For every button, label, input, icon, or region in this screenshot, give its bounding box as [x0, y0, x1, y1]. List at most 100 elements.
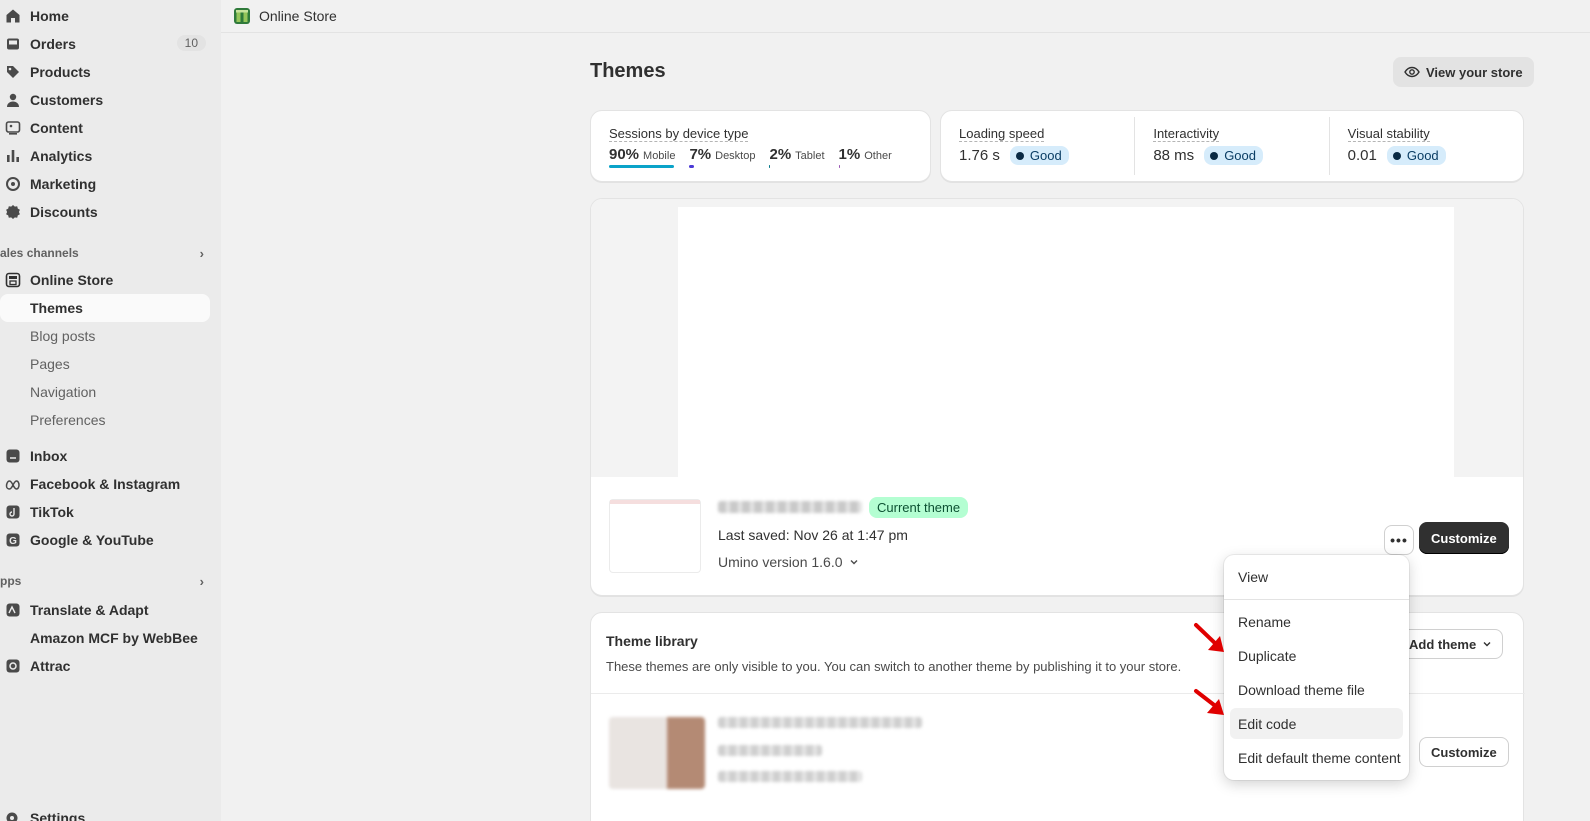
- metric-title[interactable]: Loading speed: [959, 126, 1045, 142]
- more-actions-icon: •••: [1390, 532, 1408, 548]
- page-title: Themes: [590, 60, 666, 82]
- status-dot-icon: [1015, 151, 1024, 160]
- tiktok-icon: [4, 503, 22, 521]
- nav-themes[interactable]: Themes: [0, 294, 210, 322]
- nav-facebook-instagram[interactable]: Facebook & Instagram: [0, 470, 210, 498]
- nav-google-youtube-label: Google & YouTube: [30, 532, 154, 548]
- customize-button[interactable]: Customize: [1419, 522, 1509, 554]
- nav-translate-adapt[interactable]: Translate & Adapt: [0, 596, 210, 624]
- session-desktop: 7% Desktop: [689, 146, 755, 168]
- menu-item-edit-code[interactable]: Edit code: [1230, 708, 1403, 739]
- nav-customers[interactable]: Customers: [0, 86, 210, 114]
- chevron-down-icon: [1483, 642, 1491, 647]
- metric-value: 88 ms: [1153, 147, 1195, 164]
- more-actions-button[interactable]: •••: [1384, 525, 1414, 555]
- session-bar: [609, 165, 674, 168]
- nav-content[interactable]: Content: [0, 114, 210, 142]
- nav-translate-adapt-label: Translate & Adapt: [30, 602, 149, 618]
- session-bar: [689, 165, 695, 168]
- nav-blog-posts[interactable]: Blog posts: [0, 322, 210, 350]
- library-theme-thumbnail: [609, 717, 705, 789]
- nav-products[interactable]: Products: [0, 58, 210, 86]
- menu-item-edit-default-theme-content[interactable]: Edit default theme content: [1230, 742, 1403, 773]
- status-badge: Good: [1009, 146, 1069, 165]
- metric-title[interactable]: Interactivity: [1153, 126, 1220, 142]
- annotation-arrow-icon: [1194, 623, 1224, 652]
- session-label: Desktop: [715, 150, 756, 162]
- last-saved-text: Last saved: Nov 26 at 1:47 pm: [718, 527, 908, 543]
- sales-channels-header[interactable]: ales channels ›: [0, 243, 210, 263]
- add-theme-label: Add theme: [1409, 636, 1477, 652]
- apps-header[interactable]: pps ›: [0, 571, 210, 591]
- nav-navigation[interactable]: Navigation: [0, 378, 210, 406]
- library-theme-version-blurred: [718, 771, 862, 782]
- nav-themes-label: Themes: [30, 300, 83, 316]
- nav-google-youtube[interactable]: G Google & YouTube: [0, 526, 210, 554]
- nav-online-store[interactable]: Online Store: [0, 266, 210, 294]
- nav-home-label: Home: [30, 8, 69, 24]
- nav-marketing[interactable]: Marketing: [0, 170, 210, 198]
- nav-inbox-label: Inbox: [30, 448, 68, 464]
- orders-count-badge: 10: [176, 35, 206, 51]
- status-badge: Good: [1386, 146, 1446, 165]
- nav-settings[interactable]: Settings: [0, 808, 85, 821]
- view-store-button[interactable]: View your store: [1393, 57, 1534, 87]
- nav-preferences[interactable]: Preferences: [0, 406, 210, 434]
- nav-inbox[interactable]: Inbox: [0, 442, 210, 470]
- session-label: Mobile: [643, 150, 676, 162]
- nav-orders[interactable]: Orders 10: [0, 30, 210, 58]
- eye-icon: [1404, 66, 1420, 78]
- nav-attrac[interactable]: Attrac: [0, 652, 210, 680]
- session-pct: 7%: [689, 146, 712, 163]
- nav-settings-label: Settings: [30, 810, 86, 821]
- metric-value: 1.76 s: [959, 147, 1000, 164]
- nav-tiktok[interactable]: TikTok: [0, 498, 210, 526]
- session-pct: 2%: [769, 146, 792, 163]
- session-bar: [838, 165, 840, 168]
- metric-title[interactable]: Visual stability: [1347, 126, 1430, 142]
- nav-discounts-label: Discounts: [30, 204, 98, 220]
- online-store-logo-icon: [234, 8, 250, 24]
- nav-tiktok-label: TikTok: [30, 504, 74, 520]
- chevron-right-icon: ›: [199, 573, 204, 589]
- nav-analytics[interactable]: Analytics: [0, 142, 210, 170]
- marketing-icon: [4, 175, 22, 193]
- metric-visual-stability: Visual stability 0.01 Good: [1330, 117, 1523, 175]
- nav-amazon-mcf-label: Amazon MCF by WebBee: [30, 630, 198, 646]
- menu-item-duplicate[interactable]: Duplicate: [1230, 640, 1403, 671]
- menu-item-view[interactable]: View: [1230, 561, 1403, 592]
- library-theme-meta-blurred: [718, 745, 822, 756]
- menu-item-download-theme-file[interactable]: Download theme file: [1230, 674, 1403, 705]
- nav-pages[interactable]: Pages: [0, 350, 210, 378]
- theme-preview[interactable]: [678, 207, 1454, 477]
- web-performance-card: Loading speed 1.76 s Good Interactivity 8…: [940, 110, 1524, 182]
- sessions-card: Sessions by device type 90% Mobile 7% Desk…: [590, 110, 931, 182]
- theme-version-toggle[interactable]: Umino version 1.6.0: [718, 554, 859, 570]
- nav-online-store-label: Online Store: [30, 272, 114, 288]
- nav-blog-posts-label: Blog posts: [30, 328, 96, 344]
- status-label: Good: [1224, 148, 1256, 163]
- topbar: Online Store: [221, 0, 1590, 33]
- nav-discounts[interactable]: Discounts: [0, 198, 210, 226]
- breadcrumb[interactable]: Online Store: [259, 8, 337, 24]
- person-icon: [4, 91, 22, 109]
- sessions-title[interactable]: Sessions by device type: [609, 126, 749, 142]
- sales-channels-label: ales channels: [0, 246, 79, 260]
- add-theme-button[interactable]: Add theme: [1398, 629, 1504, 659]
- current-theme-card: Current theme Last saved: Nov 26 at 1:47…: [590, 198, 1524, 596]
- chevron-right-icon: ›: [199, 245, 204, 261]
- nav-analytics-label: Analytics: [30, 148, 93, 164]
- library-customize-button[interactable]: Customize: [1419, 737, 1509, 767]
- sidebar: Home Orders 10 Products Customers Conten…: [0, 0, 221, 821]
- chevron-down-icon: [850, 560, 858, 565]
- google-icon: G: [4, 531, 22, 549]
- session-pct: 90%: [609, 146, 640, 163]
- theme-library-title: Theme library: [606, 633, 698, 649]
- menu-item-rename[interactable]: Rename: [1230, 606, 1403, 637]
- inbox-icon: [4, 447, 22, 465]
- nav-preferences-label: Preferences: [30, 412, 106, 428]
- content-icon: [4, 119, 22, 137]
- status-dot-icon: [1210, 151, 1219, 160]
- nav-home[interactable]: Home: [0, 2, 210, 30]
- nav-amazon-mcf[interactable]: Amazon MCF by WebBee: [0, 624, 210, 652]
